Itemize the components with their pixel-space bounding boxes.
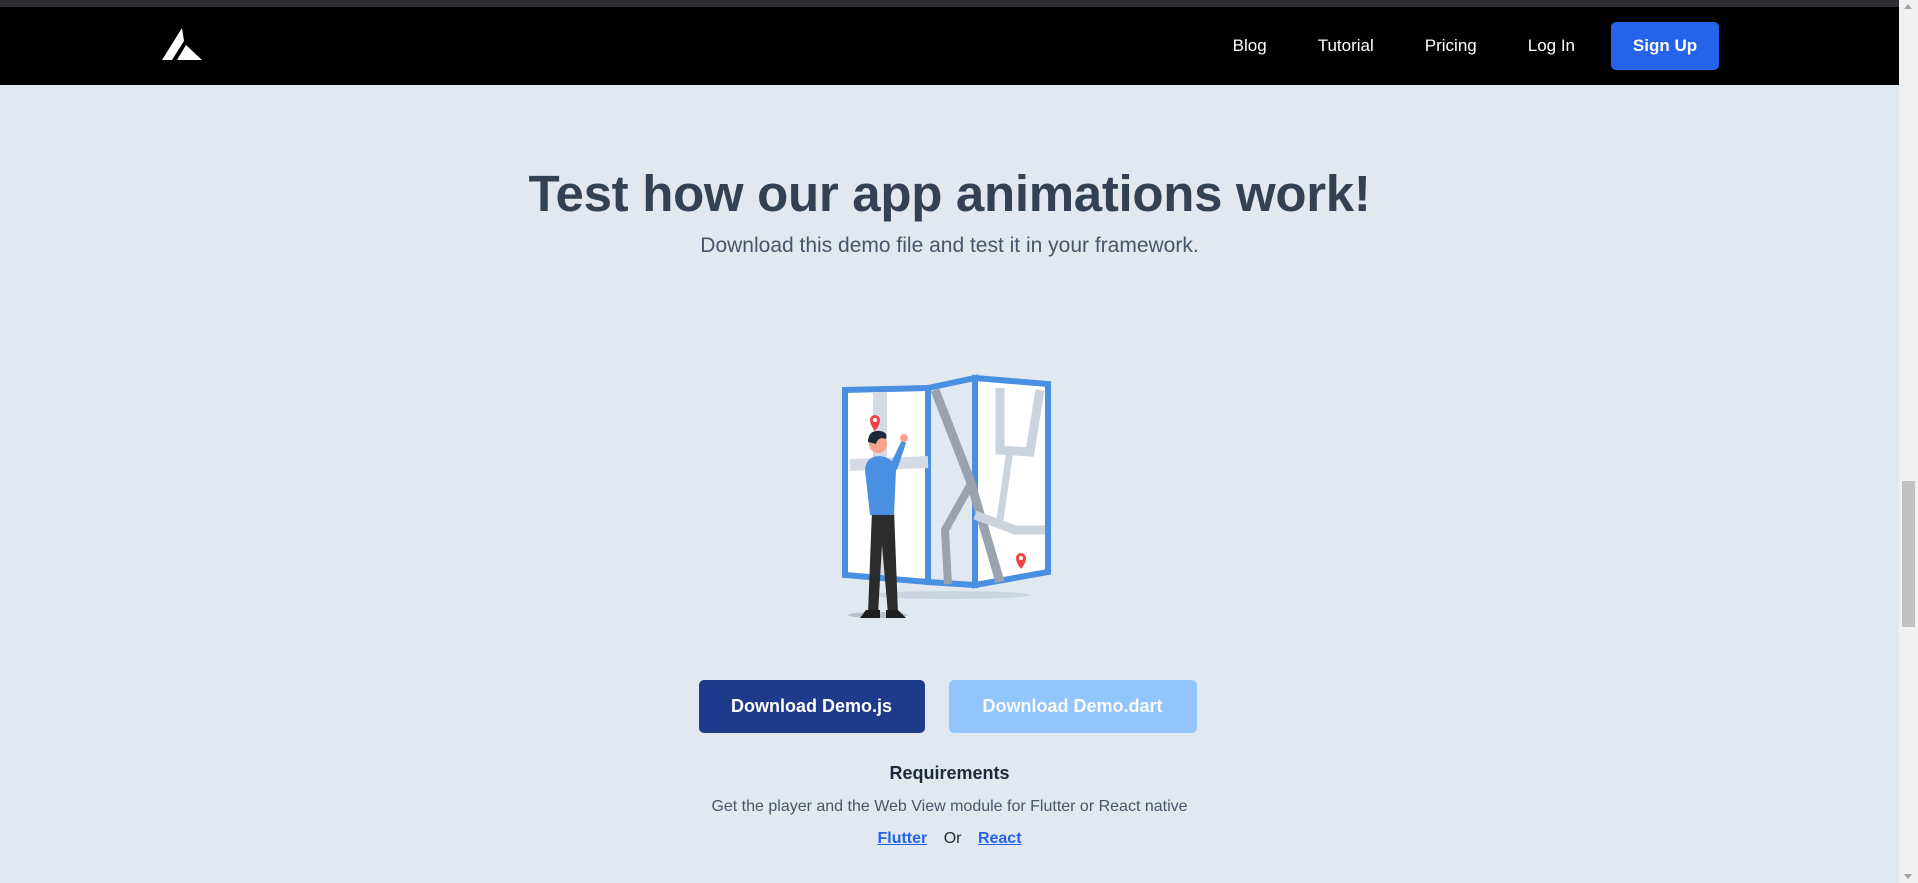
scrollbar-thumb[interactable]	[1902, 481, 1915, 627]
requirements-title: Requirements	[889, 763, 1010, 783]
man-reading-map-illustration	[842, 374, 1051, 618]
download-buttons-row: Download Demo.js Download Demo.dart	[0, 680, 1899, 733]
hero-title: Test how our app animations work!	[528, 165, 1371, 222]
requirements-links: Flutter Or React	[0, 830, 1899, 848]
hero-subtitle: Download this demo file and test it in y…	[700, 234, 1199, 257]
download-demo-dart-button[interactable]: Download Demo.dart	[948, 680, 1197, 733]
flutter-link[interactable]: Flutter	[877, 830, 927, 847]
nav-link-pricing[interactable]: Pricing	[1425, 36, 1477, 56]
requirements-text: Get the player and the Web View module f…	[711, 798, 1188, 815]
nav-links: Blog Tutorial Pricing Log In Sign Up	[1233, 7, 1899, 85]
brand-logo-icon[interactable]	[162, 26, 202, 62]
nav-link-login[interactable]: Log In	[1528, 36, 1575, 56]
signup-button[interactable]: Sign Up	[1611, 22, 1719, 70]
or-text: Or	[943, 830, 962, 847]
page-scrollbar[interactable]	[1899, 0, 1918, 883]
download-demo-js-button[interactable]: Download Demo.js	[698, 680, 925, 733]
scroll-up-arrow-icon[interactable]	[1904, 4, 1912, 9]
nav-link-blog[interactable]: Blog	[1233, 36, 1267, 56]
react-link[interactable]: React	[978, 830, 1022, 847]
browser-top-strip	[0, 0, 1899, 7]
navbar: Blog Tutorial Pricing Log In Sign Up	[0, 7, 1899, 85]
scroll-down-arrow-icon[interactable]	[1904, 874, 1912, 879]
nav-link-tutorial[interactable]: Tutorial	[1318, 36, 1374, 56]
